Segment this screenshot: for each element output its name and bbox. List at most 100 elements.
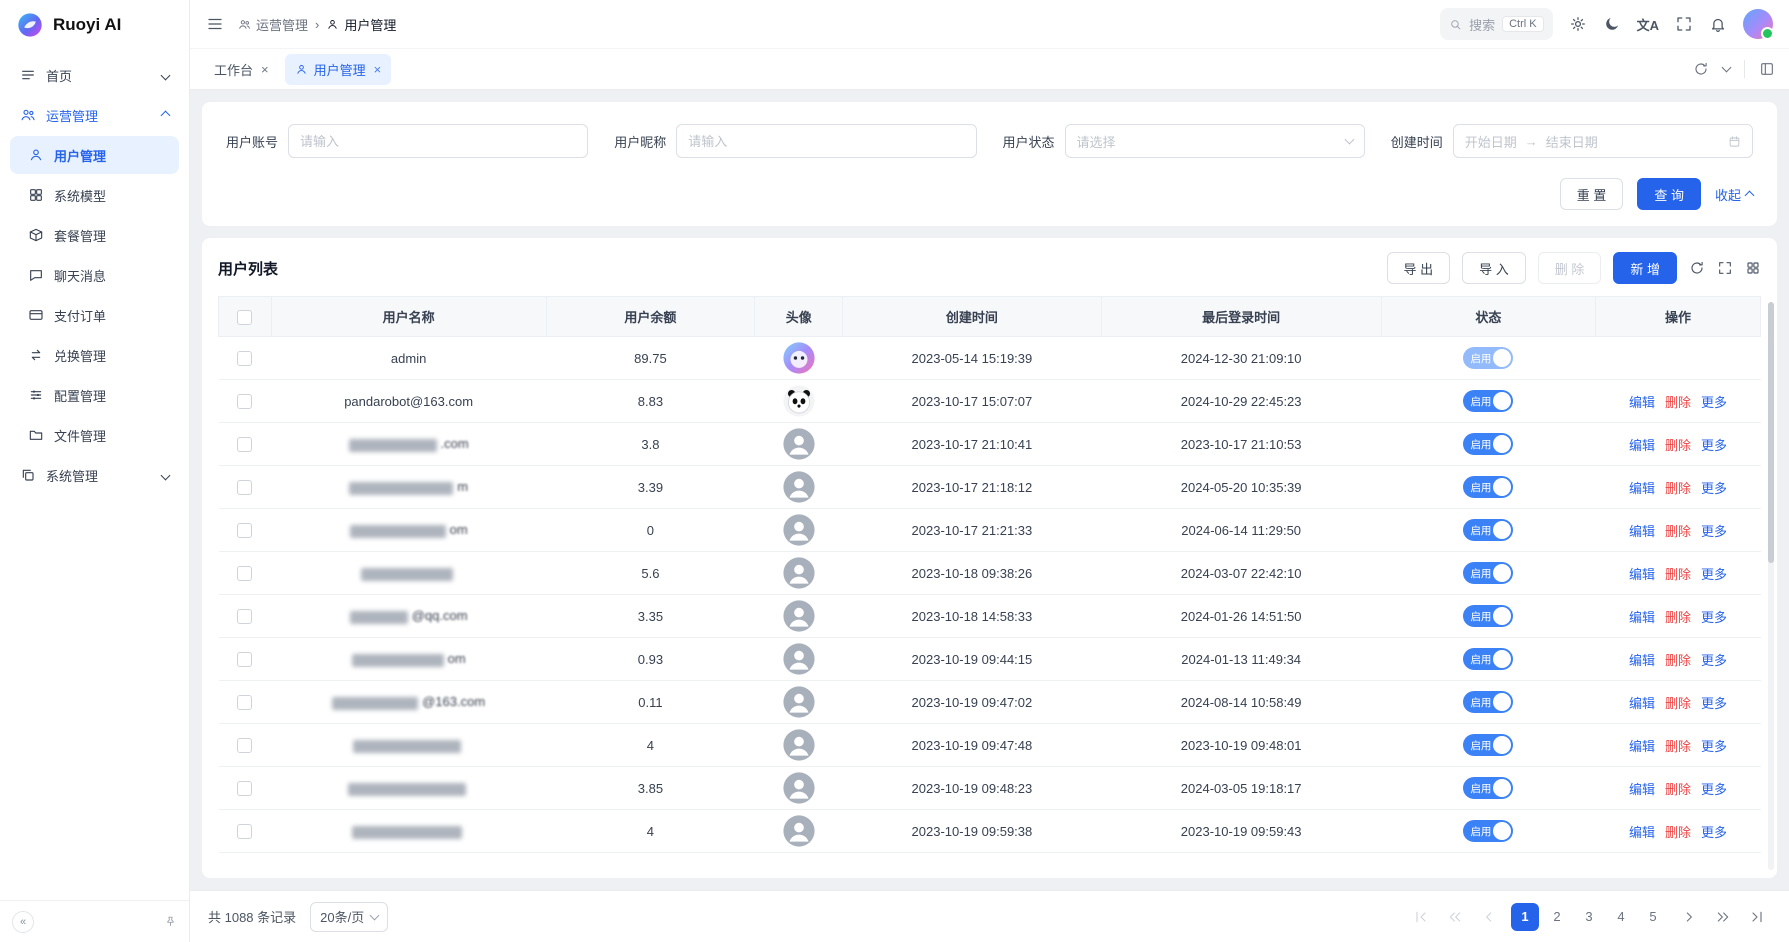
status-select[interactable]: 请选择 [1065, 124, 1365, 158]
more-link[interactable]: 更多 [1701, 438, 1727, 453]
jump-forward-icon[interactable] [1709, 903, 1737, 931]
row-checkbox[interactable] [237, 566, 252, 581]
edit-link[interactable]: 编辑 [1629, 739, 1655, 754]
scrollbar-thumb[interactable] [1768, 302, 1774, 563]
delete-link[interactable]: 删除 [1665, 696, 1691, 711]
export-button[interactable]: 导 出 [1387, 252, 1451, 284]
status-toggle[interactable]: 启用 [1463, 777, 1513, 799]
status-toggle[interactable]: 启用 [1463, 605, 1513, 627]
status-toggle[interactable]: 启用 [1463, 648, 1513, 670]
sidebar-item-home[interactable]: 首页 [10, 56, 179, 94]
user-avatar-button[interactable] [1743, 9, 1773, 39]
sidebar-item-user-management[interactable]: 用户管理 [10, 136, 179, 174]
layout-icon[interactable] [1759, 61, 1775, 77]
column-settings-icon[interactable] [1745, 260, 1761, 276]
delete-link[interactable]: 删除 [1665, 481, 1691, 496]
tab-workbench[interactable]: 工作台 × [204, 54, 279, 85]
delete-link[interactable]: 删除 [1665, 567, 1691, 582]
status-toggle[interactable]: 启用 [1463, 476, 1513, 498]
fullscreen-icon[interactable] [1675, 15, 1693, 33]
row-checkbox[interactable] [237, 394, 252, 409]
edit-link[interactable]: 编辑 [1629, 610, 1655, 625]
first-page-icon[interactable] [1407, 903, 1435, 931]
prev-page-icon[interactable] [1475, 903, 1503, 931]
delete-button[interactable]: 删 除 [1538, 252, 1602, 284]
status-toggle[interactable]: 启用 [1463, 562, 1513, 584]
delete-link[interactable]: 删除 [1665, 825, 1691, 840]
status-toggle[interactable]: 启用 [1463, 734, 1513, 756]
menu-toggle-icon[interactable] [206, 15, 224, 33]
app-logo[interactable]: Ruoyi AI [0, 0, 189, 50]
row-checkbox[interactable] [237, 695, 252, 710]
page-3[interactable]: 3 [1575, 903, 1603, 931]
row-checkbox[interactable] [237, 609, 252, 624]
sidebar-item-operations[interactable]: 运营管理 [10, 96, 179, 134]
status-toggle[interactable]: 启用 [1463, 691, 1513, 713]
sidebar-item-config-management[interactable]: 配置管理 [10, 376, 179, 414]
jump-back-icon[interactable] [1441, 903, 1469, 931]
tab-user-management[interactable]: 用户管理 × [285, 54, 392, 85]
sidebar-item-redeem-management[interactable]: 兑换管理 [10, 336, 179, 374]
select-all-checkbox[interactable] [237, 310, 252, 325]
page-size-select[interactable]: 20条/页 [310, 902, 388, 932]
row-checkbox[interactable] [237, 824, 252, 839]
collapse-filters-link[interactable]: 收起 [1715, 185, 1753, 204]
breadcrumb-current[interactable]: 用户管理 [326, 15, 396, 34]
delete-link[interactable]: 删除 [1665, 739, 1691, 754]
account-input[interactable] [300, 134, 576, 149]
sidebar-collapse-button[interactable]: « [12, 911, 34, 933]
more-link[interactable]: 更多 [1701, 782, 1727, 797]
row-checkbox[interactable] [237, 437, 252, 452]
page-4[interactable]: 4 [1607, 903, 1635, 931]
page-1[interactable]: 1 [1511, 903, 1539, 931]
edit-link[interactable]: 编辑 [1629, 696, 1655, 711]
edit-link[interactable]: 编辑 [1629, 825, 1655, 840]
sidebar-item-package-management[interactable]: 套餐管理 [10, 216, 179, 254]
search-button[interactable]: 查 询 [1637, 178, 1701, 210]
status-toggle[interactable]: 启用 [1463, 820, 1513, 842]
row-checkbox[interactable] [237, 738, 252, 753]
reset-button[interactable]: 重 置 [1560, 178, 1624, 210]
status-toggle[interactable]: 启用 [1463, 390, 1513, 412]
page-5[interactable]: 5 [1639, 903, 1667, 931]
more-link[interactable]: 更多 [1701, 739, 1727, 754]
translate-icon[interactable]: 文A [1637, 15, 1659, 34]
edit-link[interactable]: 编辑 [1629, 782, 1655, 797]
edit-link[interactable]: 编辑 [1629, 524, 1655, 539]
delete-link[interactable]: 删除 [1665, 395, 1691, 410]
delete-link[interactable]: 删除 [1665, 438, 1691, 453]
status-toggle[interactable]: 启用 [1463, 519, 1513, 541]
more-link[interactable]: 更多 [1701, 567, 1727, 582]
nickname-input[interactable] [688, 134, 964, 149]
refresh-icon[interactable] [1693, 61, 1709, 77]
row-checkbox[interactable] [237, 480, 252, 495]
close-icon[interactable]: × [374, 63, 382, 76]
edit-link[interactable]: 编辑 [1629, 567, 1655, 582]
sidebar-item-chat-messages[interactable]: 聊天消息 [10, 256, 179, 294]
more-link[interactable]: 更多 [1701, 825, 1727, 840]
delete-link[interactable]: 删除 [1665, 524, 1691, 539]
delete-link[interactable]: 删除 [1665, 782, 1691, 797]
edit-link[interactable]: 编辑 [1629, 653, 1655, 668]
page-2[interactable]: 2 [1543, 903, 1571, 931]
edit-link[interactable]: 编辑 [1629, 395, 1655, 410]
next-page-icon[interactable] [1675, 903, 1703, 931]
date-range-picker[interactable]: 开始日期 → 结束日期 [1453, 124, 1753, 158]
last-page-icon[interactable] [1743, 903, 1771, 931]
more-link[interactable]: 更多 [1701, 524, 1727, 539]
close-icon[interactable]: × [261, 63, 269, 76]
sidebar-item-system-model[interactable]: 系统模型 [10, 176, 179, 214]
edit-link[interactable]: 编辑 [1629, 481, 1655, 496]
sidebar-item-payment-orders[interactable]: 支付订单 [10, 296, 179, 334]
sidebar-item-file-management[interactable]: 文件管理 [10, 416, 179, 454]
row-checkbox[interactable] [237, 781, 252, 796]
fullscreen-table-icon[interactable] [1717, 260, 1733, 276]
more-link[interactable]: 更多 [1701, 696, 1727, 711]
moon-icon[interactable] [1603, 15, 1621, 33]
refresh-table-icon[interactable] [1689, 260, 1705, 276]
more-link[interactable]: 更多 [1701, 653, 1727, 668]
bell-icon[interactable] [1709, 15, 1727, 33]
row-checkbox[interactable] [237, 523, 252, 538]
import-button[interactable]: 导 入 [1462, 252, 1526, 284]
edit-link[interactable]: 编辑 [1629, 438, 1655, 453]
